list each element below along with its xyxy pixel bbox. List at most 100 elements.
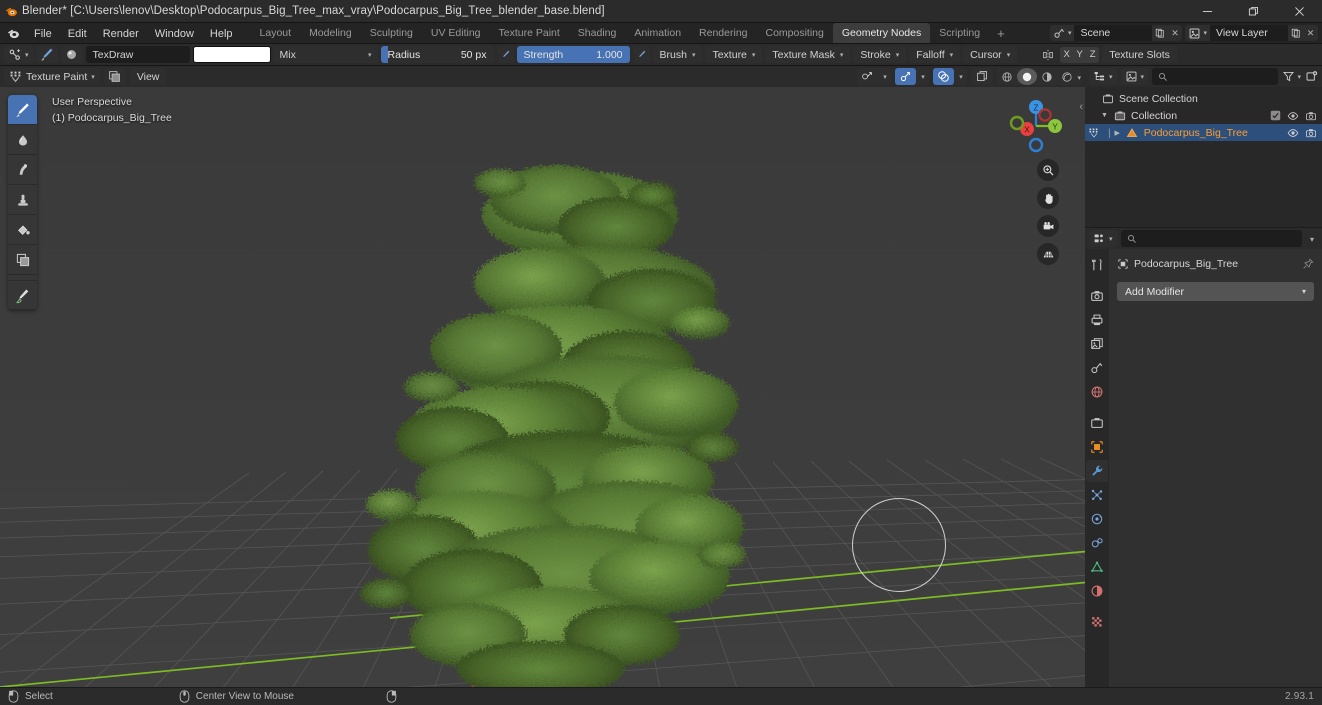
sidebar-toggle-arrow[interactable]: ‹ [1079, 101, 1083, 113]
add-modifier-button[interactable]: Add Modifier ▾ [1117, 282, 1314, 301]
xray-toggle-group[interactable]: ▾ [933, 68, 968, 85]
view-layer-tab[interactable] [1086, 333, 1108, 355]
outliner-panel[interactable]: Scene Collection ▼ Collection | ▶ Podoca… [1085, 87, 1322, 227]
close-button[interactable] [1276, 0, 1322, 23]
3d-viewport[interactable]: User Perspective (1) Podocarpus_Big_Tree [0, 87, 1085, 687]
collection-visibility-eye-icon[interactable] [1287, 110, 1299, 122]
smear-tool-button[interactable] [8, 155, 37, 185]
collection-render-camera-icon[interactable] [1305, 110, 1317, 122]
overlays-dropdown-arrow[interactable]: ▾ [916, 68, 929, 85]
wireframe-shading-button[interactable] [997, 68, 1017, 85]
render-tab[interactable] [1086, 285, 1108, 307]
gizmo-dropdown-arrow[interactable]: ▾ [878, 68, 891, 85]
draw-tool-button[interactable] [8, 95, 37, 125]
collection-expand-triangle[interactable]: ▼ [1098, 112, 1111, 119]
cursor-menu[interactable]: Cursor ▾ [963, 46, 1018, 63]
outliner-row-podocarpus-big-tree[interactable]: | ▶ Podocarpus_Big_Tree [1085, 124, 1322, 141]
minimize-button[interactable] [1184, 0, 1230, 23]
texture-mask-menu[interactable]: Texture Mask ▾ [765, 46, 851, 63]
object-render-camera-icon[interactable] [1305, 127, 1317, 139]
world-tab[interactable] [1086, 381, 1108, 403]
menu-render[interactable]: Render [95, 23, 147, 44]
constraints-tab[interactable] [1086, 532, 1108, 554]
solid-shading-button[interactable] [1017, 68, 1038, 85]
stroke-menu[interactable]: Stroke ▾ [853, 46, 907, 63]
texture-menu[interactable]: Texture ▾ [705, 46, 763, 63]
tab-animation[interactable]: Animation [625, 23, 690, 43]
menu-file[interactable]: File [26, 23, 60, 44]
remove-scene-button[interactable]: ✕ [1167, 25, 1183, 41]
navigation-gizmo[interactable]: Z Y X [1005, 95, 1067, 157]
radius-pressure-toggle[interactable] [496, 46, 514, 63]
clone-tool-button[interactable] [8, 185, 37, 215]
tab-compositing[interactable]: Compositing [757, 23, 833, 43]
scene-tab[interactable] [1086, 357, 1108, 379]
tab-modeling[interactable]: Modeling [300, 23, 361, 43]
tool-tab[interactable] [1086, 254, 1108, 276]
view-layer-selector[interactable]: ▾ View Layer ✕ [1185, 25, 1318, 41]
overlays-icon[interactable] [895, 68, 917, 85]
ortho-grid-icon[interactable] [1037, 243, 1059, 265]
material-tab[interactable] [1086, 580, 1108, 602]
view-layer-name-field[interactable]: View Layer [1210, 25, 1288, 41]
brush-preset-dropdown[interactable]: ▾ [4, 46, 33, 63]
scene-name-field[interactable]: Scene [1074, 25, 1153, 41]
outliner-search-input[interactable] [1152, 68, 1279, 85]
properties-options-dropdown[interactable]: ▾ [1306, 233, 1318, 245]
symmetry-icon[interactable] [1039, 46, 1057, 63]
symmetry-z-button[interactable]: Z [1086, 46, 1100, 63]
annotate-tool-button[interactable] [8, 280, 37, 310]
properties-search-input[interactable] [1120, 230, 1302, 247]
show-gizmo-group[interactable]: ▾ [857, 68, 892, 85]
mask-tool-button[interactable] [8, 245, 37, 275]
interaction-mode-dropdown[interactable]: Texture Paint ▾ [4, 68, 100, 85]
menu-window[interactable]: Window [147, 23, 202, 44]
maximize-button[interactable] [1230, 0, 1276, 23]
outliner-row-scene-collection[interactable]: Scene Collection [1085, 90, 1322, 107]
texture-slots-menu[interactable]: Texture Slots [1102, 46, 1177, 63]
physics-tab[interactable] [1086, 508, 1108, 530]
outliner-filter-button[interactable]: ▾ [1282, 70, 1301, 83]
tab-uv-editing[interactable]: UV Editing [422, 23, 490, 43]
rendered-shading-button[interactable] [1057, 68, 1077, 85]
radius-slider[interactable]: Radius 50 px [380, 46, 494, 63]
menu-help[interactable]: Help [202, 23, 241, 44]
paint-mask-toggle[interactable] [103, 68, 126, 85]
object-data-tab[interactable] [1086, 556, 1108, 578]
modifier-tab[interactable] [1086, 460, 1108, 482]
view-menu[interactable]: View [129, 68, 167, 85]
symmetry-x-button[interactable]: X [1060, 46, 1074, 63]
tab-scripting[interactable]: Scripting [930, 23, 989, 43]
tab-sculpting[interactable]: Sculpting [361, 23, 422, 43]
outliner-filter-scene-dropdown[interactable]: ▾ [1120, 68, 1149, 85]
collection-tab[interactable] [1086, 412, 1108, 434]
new-view-layer-button[interactable] [1288, 25, 1303, 41]
strength-pressure-toggle[interactable] [632, 46, 650, 63]
blender-menu-icon[interactable] [0, 23, 26, 43]
pin-icon[interactable] [1302, 258, 1314, 270]
outliner-row-collection[interactable]: ▼ Collection [1085, 107, 1322, 124]
brush-menu[interactable]: Brush ▾ [652, 46, 703, 63]
brush-icon[interactable] [35, 46, 58, 63]
menu-edit[interactable]: Edit [60, 23, 95, 44]
brush-name-field[interactable]: TexDraw [85, 46, 190, 63]
remove-view-layer-button[interactable]: ✕ [1303, 25, 1318, 41]
outliner-display-mode-dropdown[interactable]: ▾ [1089, 68, 1117, 85]
material-preview-button[interactable] [1037, 68, 1057, 85]
tab-rendering[interactable]: Rendering [690, 23, 756, 43]
camera-icon[interactable] [1037, 215, 1059, 237]
pan-hand-icon[interactable] [1037, 187, 1059, 209]
shading-dropdown-arrow[interactable]: ▾ [1077, 71, 1081, 83]
new-scene-button[interactable] [1152, 25, 1168, 41]
add-workspace-button[interactable]: + [989, 23, 1013, 43]
scene-selector[interactable]: ▾ Scene ✕ [1049, 25, 1183, 41]
symmetry-y-button[interactable]: Y [1073, 46, 1087, 63]
object-tab[interactable] [1086, 436, 1108, 458]
falloff-menu[interactable]: Falloff ▾ [909, 46, 961, 63]
zoom-icon[interactable] [1037, 159, 1059, 181]
fill-tool-button[interactable] [8, 215, 37, 245]
brush-color-swatch[interactable] [192, 46, 271, 63]
tab-texture-paint[interactable]: Texture Paint [490, 23, 569, 43]
show-overlays-group[interactable]: ▾ [895, 68, 930, 85]
strength-slider[interactable]: Strength 1.000 [516, 46, 630, 63]
